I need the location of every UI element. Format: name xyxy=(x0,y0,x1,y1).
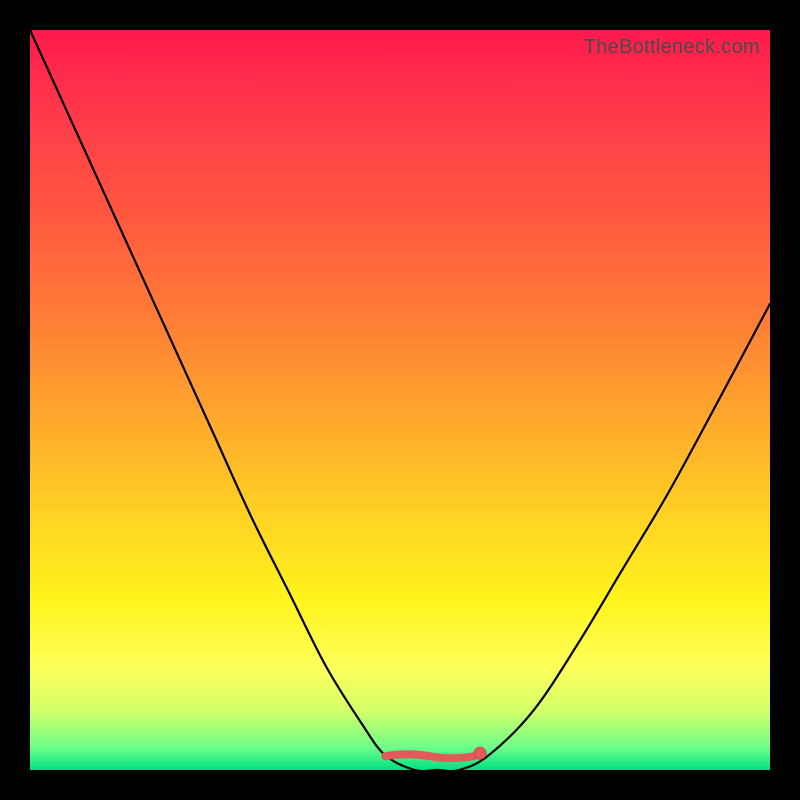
flat-zone-marker xyxy=(385,747,486,759)
chart-svg xyxy=(30,30,770,770)
chart-container: TheBottleneck.com xyxy=(0,0,800,800)
flat-zone-squiggle xyxy=(385,754,474,758)
bottleneck-curve xyxy=(30,30,770,771)
plot-area: TheBottleneck.com xyxy=(30,30,770,770)
flat-zone-end-dot xyxy=(474,747,486,759)
